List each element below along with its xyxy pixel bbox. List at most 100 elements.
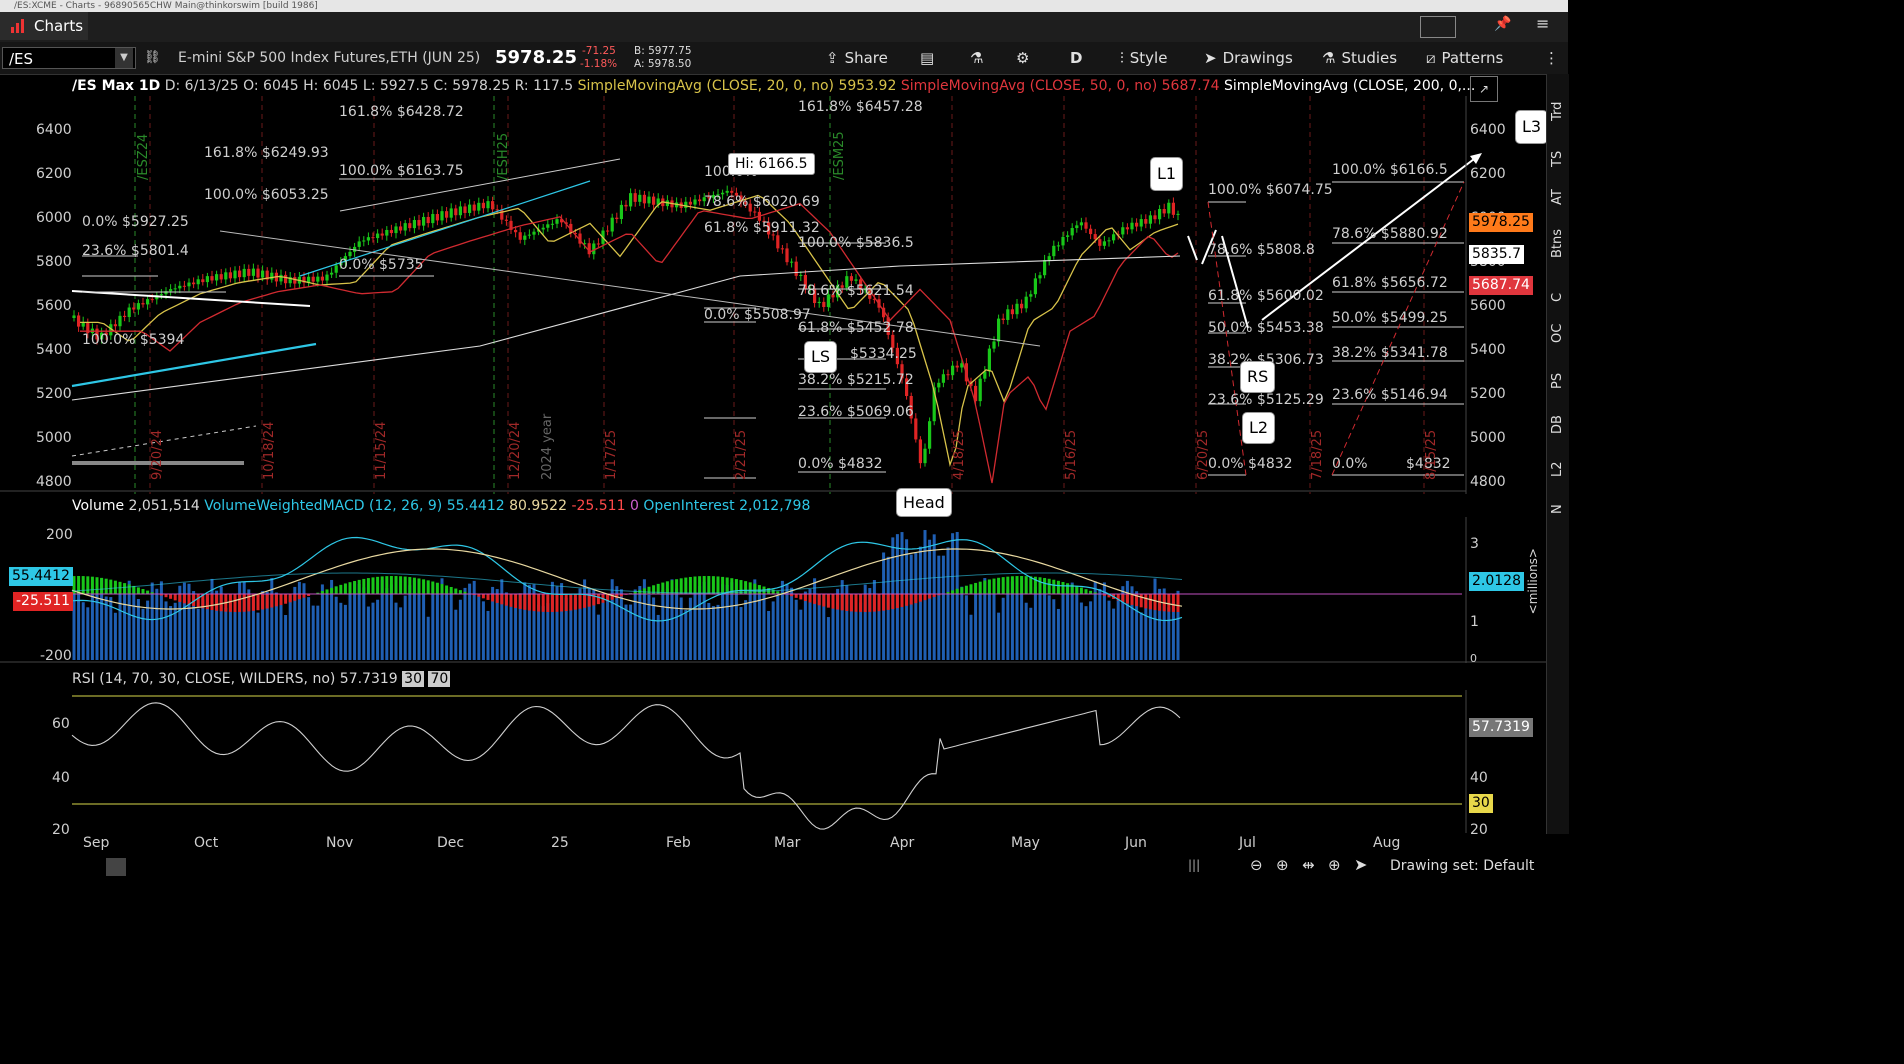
candle-body [946,374,950,376]
volume-bar [454,609,458,660]
volume-bar [638,586,642,660]
news-button[interactable]: ▤ [920,42,934,74]
macd-histogram-bar [734,579,738,594]
more-options-icon[interactable]: ⋮ [1544,42,1559,74]
candle-body [293,277,297,284]
volume-bar [371,602,375,660]
sma20-label[interactable]: SimpleMovingAvg (CLOSE, 20, 0, no) [578,78,834,94]
chevron-down-icon[interactable]: ▼ [115,48,133,68]
macd-histogram-bar [403,576,407,594]
style-button[interactable]: ⫶ Style [1120,42,1167,74]
volume-bar [472,580,476,660]
rail-tab-ts[interactable]: TS [1547,140,1569,178]
right-rail: Trd TS AT Btns C OC PS DB L2 N [1546,74,1569,834]
macd-histogram-bar [725,577,729,594]
share-button[interactable]: ⇪ Share [826,42,888,74]
rsi-chart[interactable] [0,690,1546,833]
candle-body [150,299,154,301]
macd-histogram-bar [537,594,541,612]
drawing-set-label[interactable]: Drawing set: Default [1390,858,1534,874]
rail-tab-oc[interactable]: OC [1547,314,1569,352]
macd-label[interactable]: VolumeWeightedMACD (12, 26, 9) [204,498,442,514]
pointer-icon[interactable]: ➤ [1354,855,1367,874]
volume-macd-chart[interactable] [0,517,1546,663]
macd-histogram-bar [569,594,573,611]
fib-level-label: 78.6% $5621.54 [798,283,914,299]
trend-tool-button[interactable]: ↗ [1470,76,1498,102]
flask-button[interactable]: ⚗ [970,42,983,74]
expand-icon[interactable]: ⇹ [1302,856,1315,874]
patterns-button[interactable]: ⧄ Patterns [1426,42,1503,74]
candle-body [412,220,416,229]
fib-level-label: 23.6% $5801.4 [82,243,189,259]
drawings-button[interactable]: ➤ Drawings [1204,42,1293,74]
candle-body [417,220,421,226]
candle-body [849,276,853,281]
scroll-left-button[interactable] [106,858,126,876]
price-tick-left: 6200 [36,166,72,182]
candle-body [1093,234,1097,240]
volume-bar [780,580,784,660]
time-tick: Sep [83,835,110,851]
macd-histogram-bar [955,588,959,594]
time-tick: Mar [774,835,801,851]
pin-icon[interactable]: 📌 [1494,16,1511,32]
window-titlebar: /ES:XCME - Charts - 96890565CHW Main@thi… [0,0,1568,12]
candle-body [523,235,527,240]
oi-label[interactable]: OpenInterest [643,498,734,514]
sma200-label[interactable]: SimpleMovingAvg (CLOSE, 200, 0,... [1224,78,1475,94]
macd-histogram-bar [675,579,679,594]
ls-callout: LS [804,341,838,373]
rail-tab-db[interactable]: DB [1547,406,1569,444]
volume-bar [633,589,637,660]
layout-button[interactable] [1420,16,1456,38]
candle-body [320,276,324,281]
rail-tab-ps[interactable]: PS [1547,362,1569,400]
macd-histogram-bar [992,578,996,594]
time-tick: Dec [437,835,465,851]
rail-tab-l2[interactable]: L2 [1547,450,1569,488]
charts-tab[interactable]: Charts [0,12,88,40]
macd-histogram-bar [233,594,237,612]
volume-bar [1116,599,1120,660]
rail-tab-n[interactable]: N [1547,490,1569,528]
candle-body [918,439,922,464]
menu-icon[interactable]: ≡ [1536,14,1549,33]
macd-histogram-bar [1015,576,1019,594]
volume-bar [339,602,343,660]
macd-histogram-bar [408,577,412,594]
candle-body [997,318,1001,342]
candle-body [514,229,518,233]
sma50-label[interactable]: SimpleMovingAvg (CLOSE, 50, 0, no) [901,78,1157,94]
fib-level-label: 78.6% $5880.92 [1332,226,1448,242]
macd-histogram-bar [219,594,223,612]
rail-tab-btns[interactable]: Btns [1547,224,1569,262]
candle-body [486,201,490,209]
rail-tab-c[interactable]: C [1547,278,1569,316]
candle-body [242,268,246,278]
link-icon[interactable]: ⛓ [144,50,161,65]
volume-bar [1047,595,1051,660]
macd-histogram-bar [808,594,812,603]
macd-histogram-bar [987,579,991,594]
zoom-out-icon[interactable]: ⊖ [1250,856,1263,874]
volume-label[interactable]: Volume [72,498,124,514]
candle-body [389,229,393,234]
settings-button[interactable]: ⚙ [1016,42,1029,74]
rail-tab-at[interactable]: AT [1547,178,1569,216]
volume-bar [767,610,771,660]
symbol-input[interactable]: /ES ▼ [2,47,136,69]
volume-bar [1139,612,1143,660]
candle-body [472,204,476,211]
rsi-label[interactable]: RSI (14, 70, 30, CLOSE, WILDERS, no) [72,671,335,687]
rsi-rtick-40: 40 [1470,770,1488,786]
crosshair-icon[interactable]: ⊕ [1328,856,1341,874]
drag-handle-icon[interactable]: ||| [1188,858,1200,872]
volume-bar [656,614,660,660]
rail-tab-trd[interactable]: Trd [1547,92,1569,130]
zoom-in-icon[interactable]: ⊕ [1276,856,1289,874]
volume-bar [1066,583,1070,660]
fib-level-label: 0.0% $4832 [1208,456,1293,472]
timeframe-button[interactable]: D [1070,42,1082,74]
studies-button[interactable]: ⚗ Studies [1322,42,1397,74]
